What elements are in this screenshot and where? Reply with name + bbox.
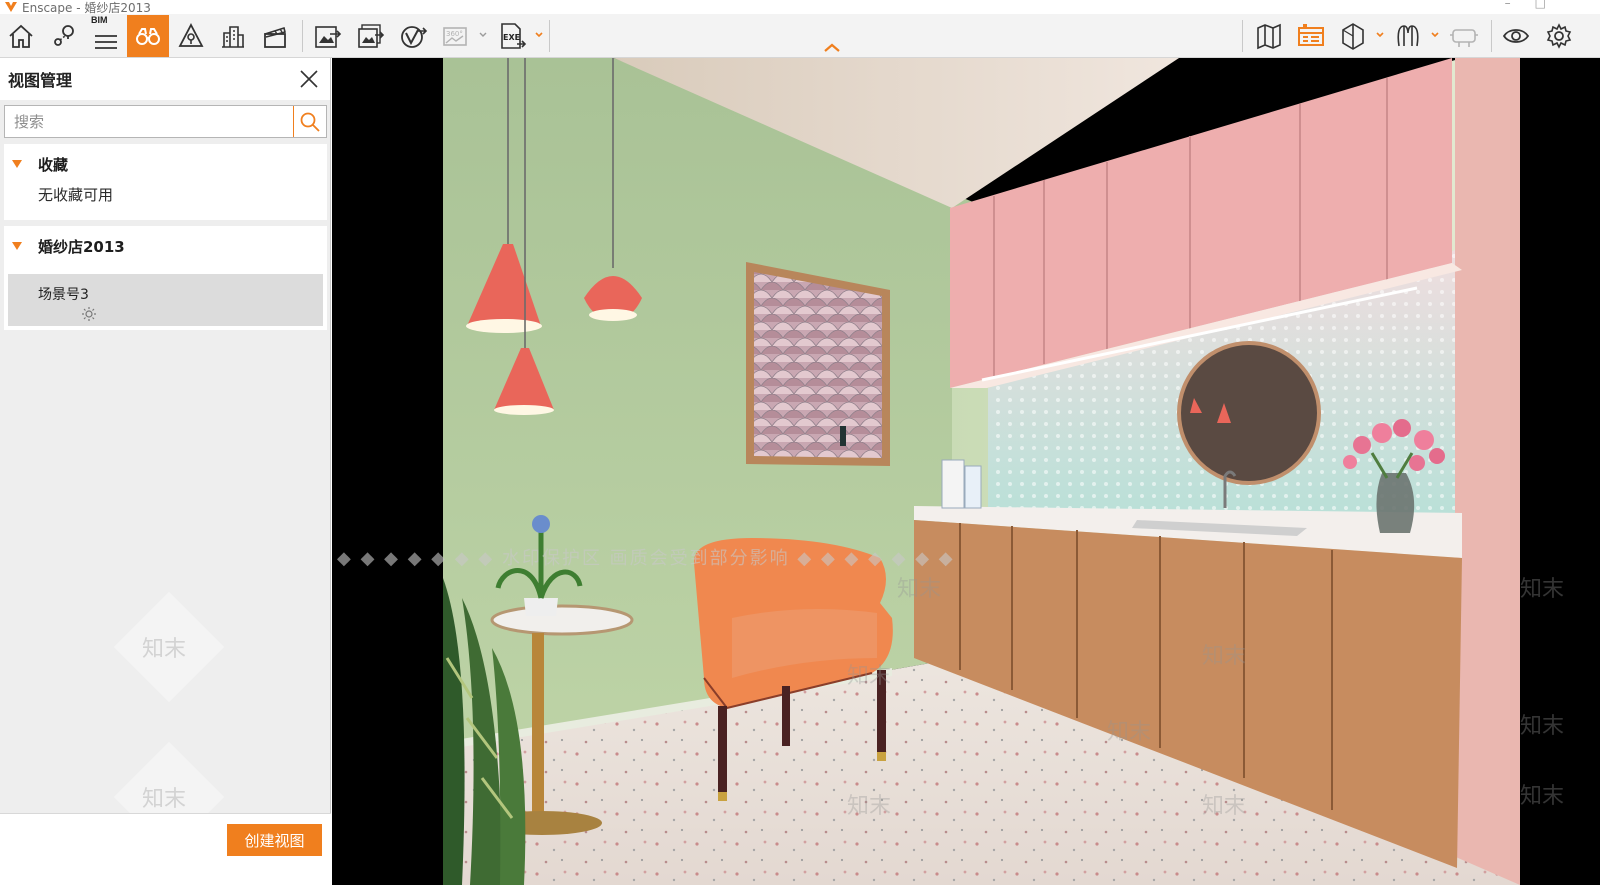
web-standalone-button[interactable] — [392, 15, 434, 57]
favorites-header[interactable]: 收藏 — [4, 144, 327, 184]
favorites-title: 收藏 — [38, 155, 69, 174]
view-list-item[interactable]: 场景号3 — [8, 274, 323, 326]
search-input[interactable] — [5, 106, 294, 137]
watermark-text: 知末 — [897, 577, 942, 602]
exe-export-icon: EXE — [501, 23, 527, 49]
home-icon — [9, 24, 33, 48]
search-box — [4, 105, 327, 138]
batch-export-button[interactable] — [349, 15, 391, 57]
watermark-text: 知末 — [1520, 714, 1565, 739]
web-standalone-icon — [401, 26, 428, 48]
views-location-button[interactable] — [43, 15, 85, 57]
watermark-text: 知末 — [142, 787, 187, 812]
toolbar-separator — [302, 20, 303, 52]
rendered-scene — [332, 58, 1600, 885]
window-controls[interactable]: –□ — [1505, 0, 1570, 10]
export-image-button[interactable] — [306, 15, 348, 57]
chevron-down-icon[interactable] — [1375, 28, 1385, 42]
eye-icon — [1502, 29, 1530, 43]
map-icon — [1257, 23, 1281, 50]
panorama-label: 360° — [446, 30, 463, 38]
triangle-down-icon — [12, 242, 22, 250]
view-label: 场景号3 — [38, 287, 89, 303]
exe-export-button[interactable]: EXE — [491, 15, 533, 57]
asset-library-icon — [1298, 24, 1324, 46]
asset-library-button[interactable] — [1290, 15, 1332, 57]
watermark-text: 知末 — [1202, 644, 1247, 669]
material-button[interactable] — [1387, 15, 1429, 57]
watermark-text: 知末 — [142, 637, 187, 662]
triangle-down-icon — [12, 160, 22, 168]
warning-cone-icon — [178, 23, 204, 47]
bim-label: BIM — [91, 15, 108, 25]
export-image-icon — [315, 26, 342, 48]
window-title: Enscape - 婚纱店2013 — [22, 0, 151, 15]
enscape-logo-icon — [5, 2, 17, 12]
panorama-360-icon: 360° — [443, 27, 467, 46]
bim-button[interactable]: BIM — [85, 15, 127, 57]
search-button[interactable] — [293, 106, 326, 137]
location-pin-icon — [54, 25, 74, 46]
project-title: 婚纱店2013 — [38, 237, 125, 256]
toolbar-separator — [1491, 20, 1492, 52]
watermark-text: 知末 — [1107, 720, 1152, 745]
assets-button[interactable] — [170, 15, 212, 57]
settings-button[interactable] — [1538, 15, 1580, 57]
exe-label: EXE — [503, 33, 520, 42]
watermark-text: 知末 — [847, 794, 892, 819]
object-icon — [1342, 23, 1364, 50]
watermark-band: ◆ ◆ ◆ ◆ ◆ ◆ ◆ 水印保护区 画质会受到部分影响 ◆ ◆ ◆ ◆ ◆ … — [337, 548, 955, 569]
render-viewport[interactable]: ◆ ◆ ◆ ◆ ◆ ◆ ◆ 水印保护区 画质会受到部分影响 ◆ ◆ ◆ ◆ ◆ … — [332, 58, 1600, 885]
close-icon[interactable] — [298, 68, 320, 90]
main-toolbar: BIM 360° EXE — [0, 14, 1600, 58]
home-button[interactable] — [0, 15, 42, 57]
watermark-text: 知末 — [1202, 794, 1247, 819]
material-icon — [1397, 25, 1419, 47]
binoculars-icon — [136, 28, 160, 45]
gear-icon — [1546, 23, 1572, 49]
view-management-panel: 视图管理 收藏 无收藏可用 婚纱店2013 场景号3 知末 知末 创建视图 — [0, 58, 331, 885]
panel-footer: 创建视图 — [0, 813, 331, 885]
view-management-button[interactable] — [127, 15, 169, 57]
chevron-down-icon[interactable] — [1430, 28, 1440, 42]
panorama-button[interactable]: 360° — [435, 15, 477, 57]
project-header[interactable]: 婚纱店2013 — [4, 226, 327, 266]
site-context-button[interactable] — [212, 15, 254, 57]
chevron-down-icon[interactable] — [534, 28, 544, 42]
vr-headset-icon — [1450, 29, 1478, 47]
title-bar: Enscape - 婚纱店2013 –□ — [0, 0, 1600, 14]
chevron-down-icon[interactable] — [478, 28, 488, 42]
create-view-button[interactable]: 创建视图 — [227, 824, 322, 856]
panel-title: 视图管理 — [8, 71, 73, 90]
watermark-text: 知末 — [1520, 784, 1565, 809]
object-button[interactable] — [1332, 15, 1374, 57]
batch-export-icon — [358, 24, 385, 48]
sun-icon[interactable] — [81, 306, 97, 322]
visual-settings-button[interactable] — [1495, 15, 1537, 57]
toolbar-separator — [549, 20, 550, 52]
map-button[interactable] — [1248, 15, 1290, 57]
favorites-section: 收藏 无收藏可用 — [4, 144, 327, 220]
favorites-empty-text: 无收藏可用 — [38, 186, 114, 204]
project-section: 婚纱店2013 场景号3 — [4, 226, 327, 330]
watermark-text: 知末 — [1520, 577, 1565, 602]
bim-icon — [95, 35, 117, 49]
search-icon — [300, 112, 320, 132]
toolbar-separator — [1242, 20, 1243, 52]
collapse-arrow-icon[interactable] — [823, 42, 841, 54]
vr-button[interactable] — [1443, 15, 1485, 57]
clapperboard-icon — [264, 26, 286, 48]
watermark-text: 知末 — [847, 664, 892, 689]
city-icon — [222, 26, 244, 48]
panel-header: 视图管理 — [0, 58, 330, 100]
video-editor-button[interactable] — [254, 15, 296, 57]
